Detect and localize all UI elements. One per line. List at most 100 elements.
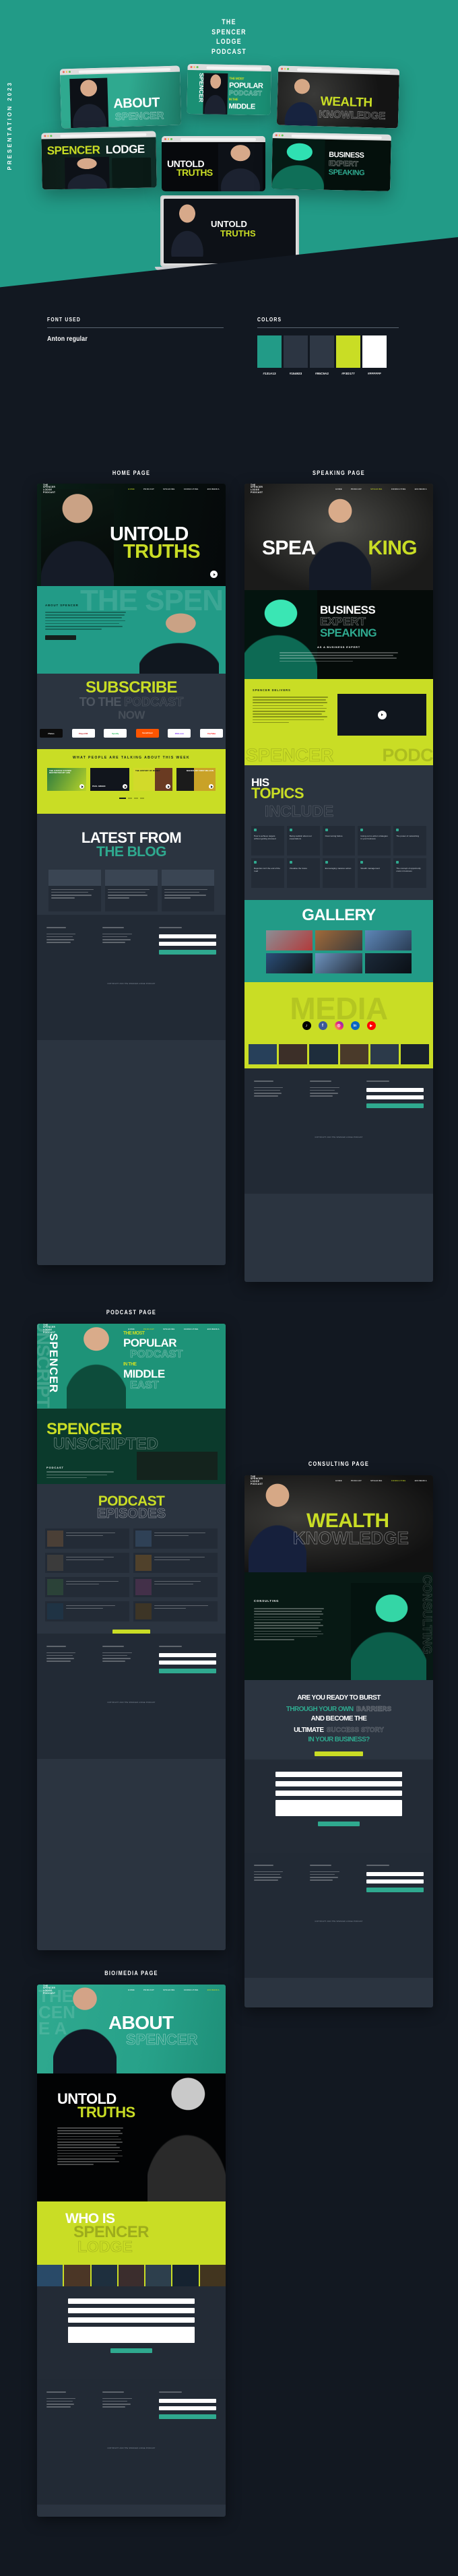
nav-link-consulting[interactable]: CONSULTING <box>391 1480 406 1482</box>
unscripted-media[interactable] <box>137 1452 218 1480</box>
platform-itunes[interactable]: iTunes <box>40 729 63 738</box>
episode-list[interactable] <box>37 1528 226 1634</box>
instagram-icon[interactable]: ◎ <box>334 1021 344 1030</box>
footer-name-input[interactable] <box>158 2406 216 2410</box>
nav-link-speaking[interactable]: SPEAKING <box>163 1328 175 1330</box>
footer-name-input[interactable] <box>158 941 216 946</box>
episode-row[interactable] <box>45 1576 218 1597</box>
form-phone-input[interactable] <box>275 1791 402 1796</box>
site-logo[interactable]: THE SPENCER LODGE PODCAST <box>43 484 55 494</box>
tiktok-icon[interactable]: ♪ <box>302 1021 311 1030</box>
video-play-button[interactable] <box>377 710 387 719</box>
footer-submit-button[interactable] <box>366 1887 424 1892</box>
nav-link-speaking[interactable]: SPEAKING <box>370 1480 383 1482</box>
nav-link-consulting[interactable]: CONSULTING <box>184 1328 199 1330</box>
nav-links[interactable]: HOME PODCAST SPEAKING CONSULTING BIO/MED… <box>128 1989 220 1991</box>
speaking-page-mockup[interactable]: THE SPENCER LODGE PODCAST HOME PODCAST S… <box>244 484 433 1282</box>
media-thumb[interactable] <box>309 1044 338 1064</box>
who-photo[interactable] <box>64 2265 90 2286</box>
blog-card[interactable] <box>48 869 101 911</box>
media-thumb[interactable] <box>370 1044 399 1064</box>
carousel-dots[interactable] <box>37 798 226 799</box>
nav-link-bio[interactable]: BIO/MEDIA <box>207 488 220 490</box>
platform-soundcloud[interactable]: SoundCloud <box>135 729 159 738</box>
blog-card-row[interactable] <box>37 869 226 911</box>
platform-spotify[interactable]: Spotify <box>104 729 127 738</box>
nav-link-consulting[interactable]: CONSULTING <box>391 488 406 490</box>
topic-card[interactable]: The concept of opportunity costs in busi… <box>393 858 426 888</box>
nav-link-home[interactable]: HOME <box>335 488 342 490</box>
home-navbar[interactable]: THE SPENCER LODGE PODCAST HOME PODCAST S… <box>37 484 226 494</box>
footer-email-input[interactable] <box>158 2398 216 2403</box>
site-logo[interactable]: THE SPENCER LODGE PODCAST <box>251 484 263 494</box>
footer-submit-button[interactable] <box>366 1103 424 1108</box>
who-photo[interactable] <box>91 2265 117 2286</box>
who-photo[interactable] <box>118 2265 145 2286</box>
footer-name-input[interactable] <box>366 1095 424 1099</box>
episode-play-icon[interactable] <box>209 784 214 789</box>
nav-link-podcast[interactable]: PODCAST <box>351 1480 362 1482</box>
site-logo[interactable]: THE SPENCER LODGE PODCAST <box>43 1985 55 1995</box>
footer-email-input[interactable] <box>366 1087 424 1092</box>
bio-form-phone-input[interactable] <box>68 2317 195 2323</box>
gallery-image[interactable] <box>364 930 412 951</box>
episode-card-row[interactable]: THE JUSTICE SYSTEM DESTROYED MY LIFE PAU… <box>37 768 226 791</box>
delivers-video[interactable] <box>337 694 426 736</box>
blog-card[interactable] <box>162 869 214 911</box>
nav-link-speaking[interactable]: SPEAKING <box>163 1989 175 1991</box>
topic-card[interactable]: Overcoming failure <box>322 825 356 856</box>
linkedin-icon[interactable]: in <box>350 1021 360 1030</box>
topics-grid[interactable]: How to achieve targets without getting s… <box>251 825 426 888</box>
platform-row[interactable]: iTunes PlayerFM Spotify SoundCloud RSS.c… <box>37 729 226 738</box>
nav-link-speaking[interactable]: SPEAKING <box>370 488 383 490</box>
about-cta-button[interactable] <box>45 635 76 640</box>
podcast-navbar[interactable]: THE SPENCER LODGE PODCAST HOME PODCAST S… <box>37 1324 226 1334</box>
nav-link-bio[interactable]: BIO/MEDIA <box>207 1989 220 1991</box>
media-thumb[interactable] <box>400 1044 430 1064</box>
who-photo-grid[interactable] <box>37 2265 226 2286</box>
nav-links[interactable]: HOME PODCAST SPEAKING CONSULTING BIO/MED… <box>128 1328 220 1330</box>
bio-form-message-input[interactable] <box>68 2327 195 2343</box>
nav-links[interactable]: HOME PODCAST SPEAKING CONSULTING BIO/MED… <box>335 1480 427 1482</box>
gallery-grid[interactable] <box>244 930 433 974</box>
form-name-input[interactable] <box>275 1772 402 1777</box>
nav-link-home[interactable]: HOME <box>128 488 135 490</box>
episode-card[interactable]: THE HISTORY OF MONEY <box>133 768 172 791</box>
episode-row[interactable] <box>45 1552 218 1573</box>
footer-email-input[interactable] <box>158 934 216 938</box>
topic-card[interactable]: Wealth management <box>358 858 391 888</box>
episode-row[interactable] <box>45 1601 218 1621</box>
bio-form-name-input[interactable] <box>68 2298 195 2304</box>
platform-rss[interactable]: RSS.com <box>168 729 191 738</box>
form-message-input[interactable] <box>275 1800 402 1816</box>
episode-card[interactable]: THE JUSTICE SYSTEM DESTROYED MY LIFE <box>47 768 86 791</box>
consulting-page-mockup[interactable]: THE SPENCER LODGE PODCAST HOME PODCAST S… <box>244 1475 433 2007</box>
nav-link-consulting[interactable]: CONSULTING <box>184 488 199 490</box>
episode-play-icon[interactable] <box>79 784 84 789</box>
bio-page-mockup[interactable]: THE SPENCER LODGE PODCAST HOME PODCAST S… <box>37 1985 226 2517</box>
episode-card[interactable]: MAKING MY FIRST MILLION <box>176 768 216 791</box>
nav-link-home[interactable]: HOME <box>335 1480 342 1482</box>
episode-play-icon[interactable] <box>123 784 127 789</box>
podcast-page-mockup[interactable]: THE SPENCER LODGE PODCAST HOME PODCAST S… <box>37 1324 226 1950</box>
consulting-navbar[interactable]: THE SPENCER LODGE PODCAST HOME PODCAST S… <box>244 1475 433 1486</box>
topic-card[interactable]: Rejection isn't the end of the road <box>251 858 284 888</box>
media-thumb[interactable] <box>249 1044 277 1064</box>
footer-submit-button[interactable] <box>158 949 216 955</box>
site-logo[interactable]: THE SPENCER LODGE PODCAST <box>251 1475 263 1486</box>
topic-card[interactable]: How to achieve targets without getting s… <box>251 825 284 856</box>
who-photo[interactable] <box>37 2265 63 2286</box>
nav-links[interactable]: HOME PODCAST SPEAKING CONSULTING BIO/MED… <box>335 488 427 490</box>
topic-card[interactable]: The power of networking <box>393 825 426 856</box>
site-logo[interactable]: THE SPENCER LODGE PODCAST <box>43 1324 55 1334</box>
platform-playerfm[interactable]: PlayerFM <box>71 729 95 738</box>
topic-card[interactable]: Encouraging massive action <box>322 858 356 888</box>
topic-card[interactable]: Being realistic about our expectations <box>286 825 320 856</box>
footer-email-input[interactable] <box>158 1652 216 1657</box>
footer-name-input[interactable] <box>158 1660 216 1665</box>
who-photo[interactable] <box>145 2265 172 2286</box>
gallery-image[interactable] <box>266 930 313 951</box>
bio-form-submit-button[interactable] <box>110 2348 152 2353</box>
nav-links[interactable]: HOME PODCAST SPEAKING CONSULTING BIO/MED… <box>128 488 220 490</box>
bio-navbar[interactable]: THE SPENCER LODGE PODCAST HOME PODCAST S… <box>37 1985 226 1995</box>
